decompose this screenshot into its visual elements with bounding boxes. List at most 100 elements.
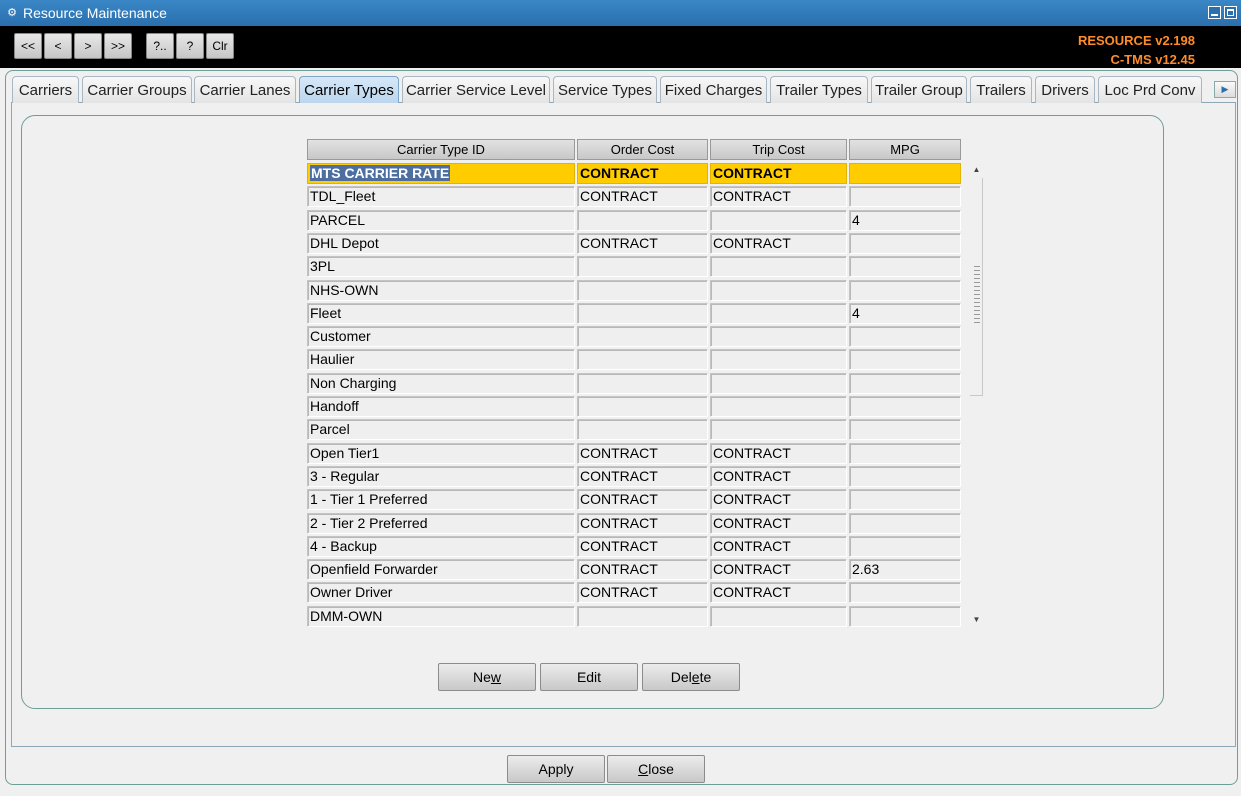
query-button[interactable]: ?.. <box>146 33 174 59</box>
trip-cost-cell[interactable]: CONTRACT <box>710 466 847 487</box>
order-cost-cell[interactable] <box>577 256 708 277</box>
order-cost-cell[interactable]: CONTRACT <box>577 466 708 487</box>
carrier-type-id-cell[interactable]: PARCEL <box>307 210 575 231</box>
trip-cost-cell[interactable]: CONTRACT <box>710 186 847 207</box>
mpg-cell[interactable] <box>849 163 961 184</box>
carrier-type-id-cell[interactable]: 1 - Tier 1 Preferred <box>307 489 575 510</box>
order-cost-cell[interactable]: CONTRACT <box>577 186 708 207</box>
carrier-type-id-cell[interactable]: 3 - Regular <box>307 466 575 487</box>
trip-cost-cell[interactable] <box>710 280 847 301</box>
order-cost-cell[interactable] <box>577 373 708 394</box>
mpg-cell[interactable] <box>849 606 961 627</box>
scroll-thumb[interactable] <box>970 178 983 396</box>
carrier-type-id-cell[interactable]: Open Tier1 <box>307 443 575 464</box>
tab-fixed-charges[interactable]: Fixed Charges <box>660 76 767 103</box>
mpg-cell[interactable] <box>849 280 961 301</box>
mpg-cell[interactable] <box>849 373 961 394</box>
carrier-type-id-cell[interactable]: 2 - Tier 2 Preferred <box>307 513 575 534</box>
last-record-button[interactable]: >> <box>104 33 132 59</box>
column-header-mpg[interactable]: MPG <box>849 139 961 160</box>
carrier-type-id-cell[interactable]: Openfield Forwarder <box>307 559 575 580</box>
trip-cost-cell[interactable] <box>710 419 847 440</box>
previous-record-button[interactable]: < <box>44 33 72 59</box>
order-cost-cell[interactable]: CONTRACT <box>577 513 708 534</box>
tab-carrier-service-level[interactable]: Carrier Service Level <box>402 76 550 103</box>
mpg-cell[interactable] <box>849 513 961 534</box>
order-cost-cell[interactable]: CONTRACT <box>577 233 708 254</box>
order-cost-cell[interactable]: CONTRACT <box>577 582 708 603</box>
order-cost-cell[interactable] <box>577 280 708 301</box>
close-button[interactable]: Close <box>607 755 705 783</box>
tab-service-types[interactable]: Service Types <box>553 76 657 103</box>
mpg-cell[interactable] <box>849 186 961 207</box>
carrier-type-id-cell[interactable]: Parcel <box>307 419 575 440</box>
carrier-type-id-cell[interactable]: MTS CARRIER RATE <box>307 163 575 184</box>
trip-cost-cell[interactable]: CONTRACT <box>710 513 847 534</box>
trip-cost-cell[interactable] <box>710 326 847 347</box>
tab-scroll-right-icon[interactable]: ▶ <box>1214 81 1236 98</box>
order-cost-cell[interactable] <box>577 349 708 370</box>
mpg-cell[interactable] <box>849 349 961 370</box>
order-cost-cell[interactable] <box>577 210 708 231</box>
mpg-cell[interactable] <box>849 256 961 277</box>
tab-carrier-types[interactable]: Carrier Types <box>299 76 399 103</box>
trip-cost-cell[interactable] <box>710 210 847 231</box>
mpg-cell[interactable]: 2.63 <box>849 559 961 580</box>
mpg-cell[interactable] <box>849 326 961 347</box>
column-header-order-cost[interactable]: Order Cost <box>577 139 708 160</box>
tab-trailer-types[interactable]: Trailer Types <box>770 76 868 103</box>
mpg-cell[interactable] <box>849 489 961 510</box>
mpg-cell[interactable] <box>849 396 961 417</box>
tab-trailer-group[interactable]: Trailer Group <box>871 76 967 103</box>
mpg-cell[interactable] <box>849 443 961 464</box>
trip-cost-cell[interactable] <box>710 303 847 324</box>
order-cost-cell[interactable] <box>577 396 708 417</box>
carrier-type-id-cell[interactable]: DHL Depot <box>307 233 575 254</box>
order-cost-cell[interactable]: CONTRACT <box>577 559 708 580</box>
apply-button[interactable]: Apply <box>507 755 605 783</box>
column-header-carrier-type-id[interactable]: Carrier Type ID <box>307 139 575 160</box>
order-cost-cell[interactable] <box>577 419 708 440</box>
scroll-up-icon[interactable]: ▲ <box>969 162 984 177</box>
mpg-cell[interactable] <box>849 419 961 440</box>
grid-vertical-scrollbar[interactable]: ▲ ▼ <box>969 162 984 627</box>
trip-cost-cell[interactable]: CONTRACT <box>710 582 847 603</box>
tab-carrier-lanes[interactable]: Carrier Lanes <box>194 76 296 103</box>
help-button[interactable]: ? <box>176 33 204 59</box>
column-header-trip-cost[interactable]: Trip Cost <box>710 139 847 160</box>
trip-cost-cell[interactable] <box>710 373 847 394</box>
carrier-type-id-cell[interactable]: DMM-OWN <box>307 606 575 627</box>
trip-cost-cell[interactable]: CONTRACT <box>710 443 847 464</box>
order-cost-cell[interactable]: CONTRACT <box>577 489 708 510</box>
trip-cost-cell[interactable]: CONTRACT <box>710 536 847 557</box>
scroll-down-icon[interactable]: ▼ <box>969 612 984 627</box>
minimize-icon[interactable] <box>1208 6 1221 19</box>
tab-drivers[interactable]: Drivers <box>1035 76 1095 103</box>
order-cost-cell[interactable] <box>577 303 708 324</box>
trip-cost-cell[interactable]: CONTRACT <box>710 163 847 184</box>
carrier-type-id-cell[interactable]: 3PL <box>307 256 575 277</box>
mpg-cell[interactable] <box>849 233 961 254</box>
tab-carriers[interactable]: Carriers <box>12 76 79 103</box>
carrier-type-id-cell[interactable]: Owner Driver <box>307 582 575 603</box>
trip-cost-cell[interactable] <box>710 349 847 370</box>
mpg-cell[interactable] <box>849 536 961 557</box>
maximize-icon[interactable] <box>1224 6 1237 19</box>
mpg-cell[interactable] <box>849 582 961 603</box>
order-cost-cell[interactable] <box>577 606 708 627</box>
order-cost-cell[interactable] <box>577 326 708 347</box>
trip-cost-cell[interactable] <box>710 606 847 627</box>
clear-button[interactable]: Clr <box>206 33 234 59</box>
next-record-button[interactable]: > <box>74 33 102 59</box>
trip-cost-cell[interactable] <box>710 256 847 277</box>
first-record-button[interactable]: << <box>14 33 42 59</box>
carrier-type-id-cell[interactable]: NHS-OWN <box>307 280 575 301</box>
carrier-type-id-cell[interactable]: Haulier <box>307 349 575 370</box>
carrier-type-id-cell[interactable]: Non Charging <box>307 373 575 394</box>
trip-cost-cell[interactable]: CONTRACT <box>710 489 847 510</box>
tab-carrier-groups[interactable]: Carrier Groups <box>82 76 192 103</box>
edit-button[interactable]: Edit <box>540 663 638 691</box>
trip-cost-cell[interactable] <box>710 396 847 417</box>
new-button[interactable]: New <box>438 663 536 691</box>
order-cost-cell[interactable]: CONTRACT <box>577 536 708 557</box>
